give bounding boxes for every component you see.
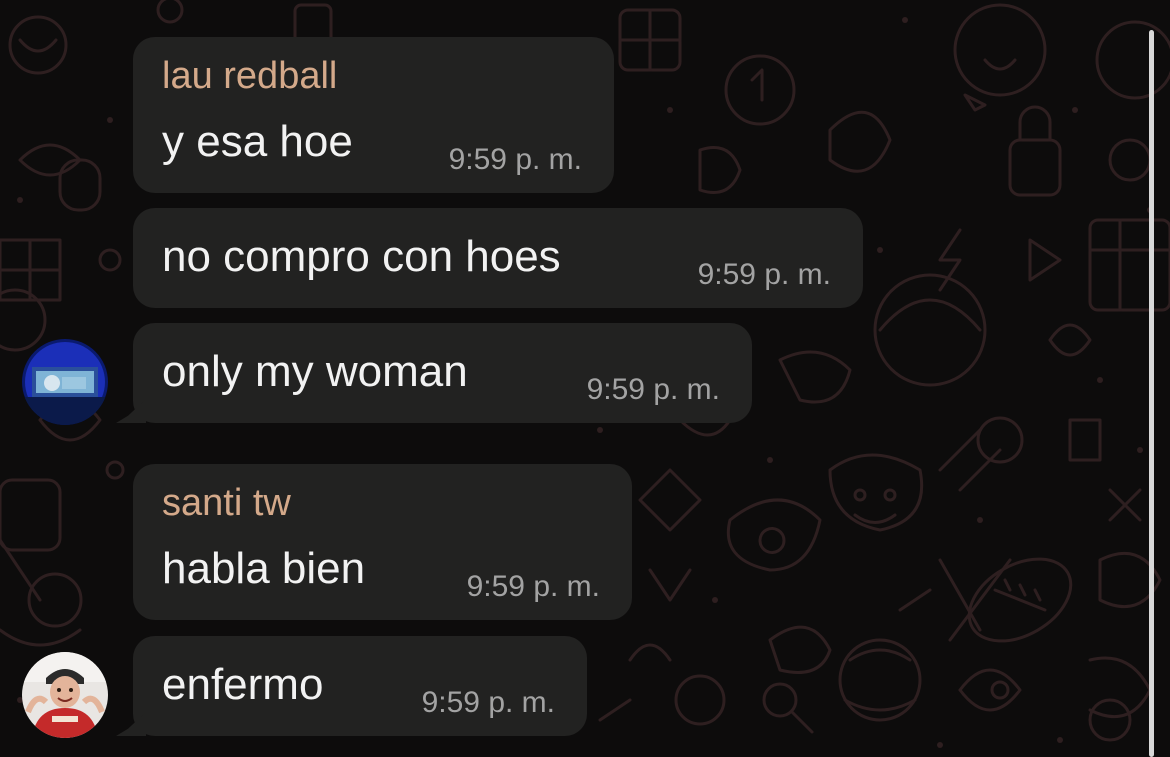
message-text: habla bien: [162, 544, 366, 593]
user-avatar[interactable]: [22, 652, 108, 738]
message-bubble[interactable]: enfermo 9:59 p. m.: [133, 636, 587, 736]
message-timestamp: 9:59 p. m.: [421, 686, 555, 719]
scrollbar[interactable]: [1149, 30, 1154, 757]
message-bubble[interactable]: only my woman 9:59 p. m.: [133, 323, 752, 423]
sender-name: santi tw: [162, 482, 291, 524]
message-text: no compro con hoes: [162, 232, 561, 281]
chat-view: lau redball y esa hoe 9:59 p. m. no comp…: [0, 0, 1170, 757]
message-bubble[interactable]: santi tw habla bien 9:59 p. m.: [133, 464, 632, 620]
sender-name: lau redball: [162, 55, 338, 97]
message-timestamp: 9:59 p. m.: [448, 143, 582, 176]
message-text: only my woman: [162, 347, 468, 396]
message-text: enfermo: [162, 660, 324, 709]
message-timestamp: 9:59 p. m.: [586, 373, 720, 406]
avatar-photo-icon: [22, 339, 108, 425]
user-avatar[interactable]: [22, 339, 108, 425]
avatar-photo-icon: [22, 652, 108, 738]
message-text: y esa hoe: [162, 117, 353, 166]
message-timestamp: 9:59 p. m.: [697, 258, 831, 291]
message-bubble[interactable]: lau redball y esa hoe 9:59 p. m.: [133, 37, 614, 193]
message-bubble[interactable]: no compro con hoes 9:59 p. m.: [133, 208, 863, 308]
message-timestamp: 9:59 p. m.: [466, 570, 600, 603]
